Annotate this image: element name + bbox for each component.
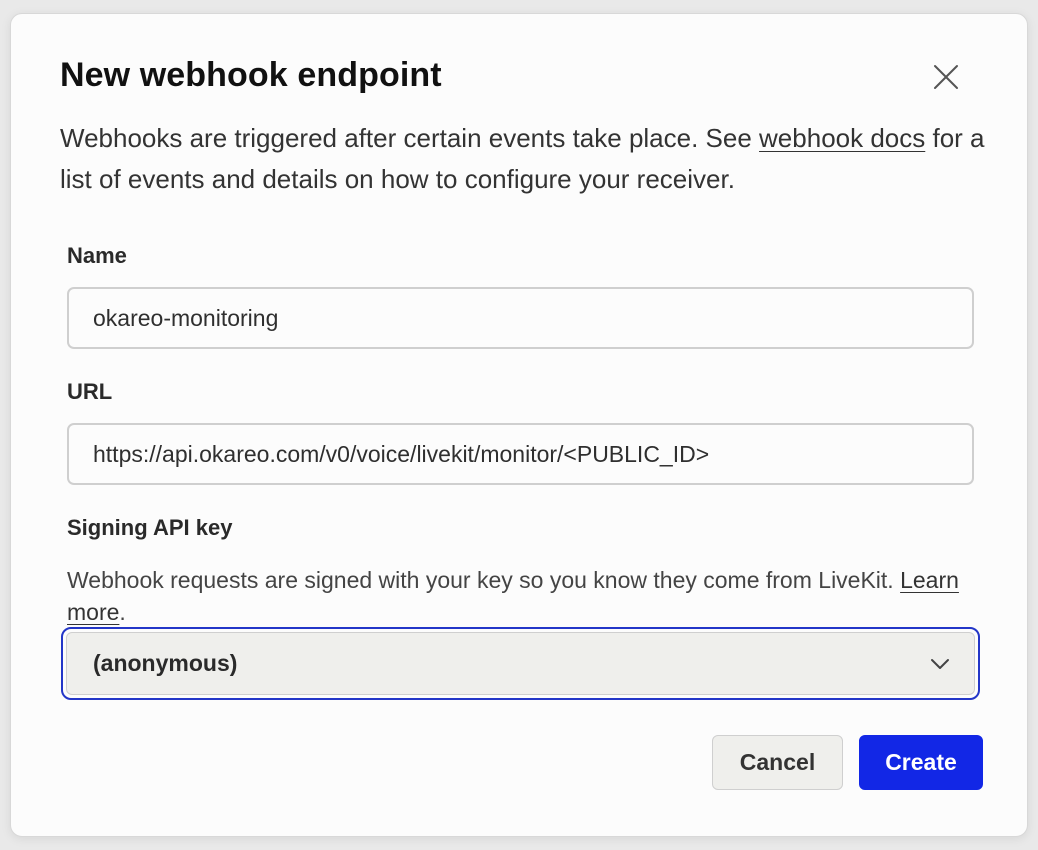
signing-key-selected-value: (anonymous) xyxy=(93,650,238,676)
signing-key-select-focus-ring: (anonymous) xyxy=(61,627,980,700)
close-button[interactable] xyxy=(926,57,966,97)
url-label: URL xyxy=(67,379,113,404)
dialog-description: Webhooks are triggered after certain eve… xyxy=(60,118,990,200)
signing-key-label: Signing API key xyxy=(67,515,233,540)
description-text-before: Webhooks are triggered after certain eve… xyxy=(60,123,760,153)
signing-key-help: Webhook requests are signed with your ke… xyxy=(67,564,987,628)
name-label: Name xyxy=(67,243,127,268)
signing-key-select[interactable]: (anonymous) xyxy=(66,632,975,695)
url-input[interactable] xyxy=(67,423,974,485)
close-icon xyxy=(934,65,958,89)
create-button[interactable]: Create xyxy=(859,735,983,790)
cancel-button[interactable]: Cancel xyxy=(712,735,843,790)
signing-key-help-text: Webhook requests are signed with your ke… xyxy=(67,567,901,593)
webhook-docs-link[interactable]: webhook docs xyxy=(759,123,925,153)
new-webhook-dialog: New webhook endpoint Webhooks are trigge… xyxy=(10,13,1028,837)
name-input[interactable] xyxy=(67,287,974,349)
chevron-down-icon xyxy=(931,658,949,669)
help-suffix: . xyxy=(119,599,126,625)
dialog-title: New webhook endpoint xyxy=(60,56,442,94)
